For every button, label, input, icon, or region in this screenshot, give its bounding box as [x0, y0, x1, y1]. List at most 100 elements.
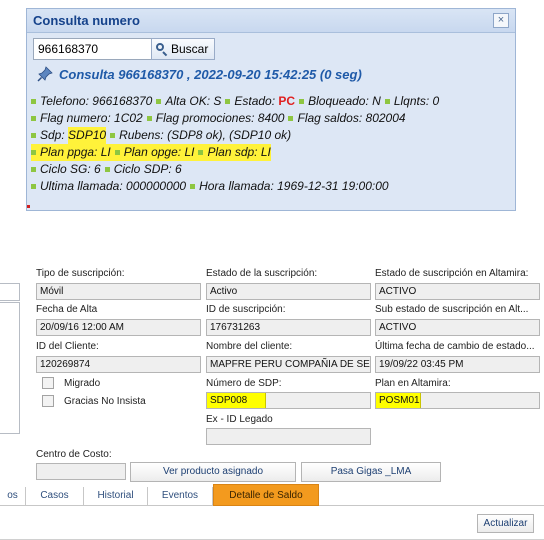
plan-line-highlight: Plan ppga: LI Plan opge: LI Plan sdp: LI [31, 144, 271, 161]
ciclo-sdp: Ciclo SDP: 6 [113, 162, 182, 176]
plan-altamira-label: Plan en Altamira: [375, 378, 451, 389]
info-line-1: Telefono: 966168370 Alta OK: S Estado: P… [31, 93, 439, 110]
flag-promociones: Flag promociones: 8400 [155, 111, 285, 125]
telefono: Telefono: 966168370 [40, 94, 153, 108]
tipo-suscripcion-field[interactable]: Móvil [36, 283, 201, 300]
tab-casos[interactable]: Casos [26, 487, 84, 506]
estado-altamira-field[interactable]: ACTIVO [375, 283, 540, 300]
numero-sdp-value: SDP008 [207, 393, 266, 408]
bullet-icon [299, 99, 305, 104]
left-edge-field [0, 283, 20, 301]
bullet-icon [156, 99, 162, 104]
estado-suscripcion-field[interactable]: Activo [206, 283, 371, 300]
info-line-3: Sdp: SDP10 Rubens: (SDP8 ok), (SDP10 ok) [31, 127, 439, 144]
buscar-button-label: Buscar [171, 42, 209, 56]
migrado-label: Migrado [64, 378, 101, 389]
migrado-checkbox[interactable] [42, 377, 54, 389]
gracias-no-insista-checkbox[interactable] [42, 395, 54, 407]
dialog-header: Consulta numero × [27, 9, 515, 33]
info-line-2: Flag numero: 1C02 Flag promociones: 8400… [31, 110, 439, 127]
id-suscripcion-label: ID de suscripción: [206, 304, 286, 315]
flag-numero: Flag numero: 1C02 [40, 111, 143, 125]
pasa-gigas-lma-button[interactable]: Pasa Gigas _LMA [301, 462, 441, 482]
info-line-6: Ultima llamada: 000000000 Hora llamada: … [31, 178, 439, 195]
bullet-icon [384, 99, 390, 104]
flag-saldos: Flag saldos: 802004 [297, 111, 406, 125]
bullet-icon [104, 167, 110, 172]
hora-llamada: Hora llamada: 1969-12-31 19:00:00 [199, 179, 389, 193]
llqnts: Llqnts: 0 [393, 94, 440, 108]
sdp-label: Sdp: [40, 128, 65, 142]
centro-costo-label: Centro de Costo: [36, 449, 112, 460]
bullet-icon [110, 133, 116, 138]
detail-tabs: os Casos Historial Eventos Detalle de Sa… [0, 484, 544, 506]
estado-label: Estado: [234, 94, 276, 108]
estado-suscripcion-label: Estado de la suscripción: [206, 268, 318, 279]
magnifier-icon [156, 43, 168, 55]
tab-eventos[interactable]: Eventos [148, 487, 213, 506]
bullet-icon [198, 150, 204, 155]
sub-estado-field[interactable]: ACTIVO [375, 319, 540, 336]
suscripcion-form: Tipo de suscripción: Estado de la suscri… [0, 262, 544, 540]
id-suscripcion-field[interactable]: 176731263 [206, 319, 371, 336]
info-line-4: Plan ppga: LI Plan opge: LI Plan sdp: LI [31, 144, 439, 161]
bloqueado: Bloqueado: N [308, 94, 381, 108]
info-line-5: Ciclo SG: 6 Ciclo SDP: 6 [31, 161, 439, 178]
ultima-fecha-label: Última fecha de cambio de estado... [375, 341, 535, 352]
buscar-button[interactable]: Buscar [151, 38, 215, 60]
plan-altamira-field[interactable]: POSM01 [375, 392, 540, 409]
nombre-cliente-field[interactable]: MAPFRE PERU COMPAÑIA DE SEG [206, 356, 371, 373]
numero-sdp-label: Número de SDP: [206, 378, 282, 389]
centro-costo-field[interactable] [36, 463, 126, 480]
gracias-no-insista-label: Gracias No Insista [64, 396, 146, 407]
pushpin-icon [37, 66, 53, 82]
close-icon[interactable]: × [493, 13, 509, 28]
bullet-icon [288, 116, 294, 121]
ex-id-legado-field[interactable] [206, 428, 371, 445]
bullet-icon [31, 116, 36, 121]
rubens: Rubens: (SDP8 ok), (SDP10 ok) [119, 128, 292, 142]
tab-detalle-de-saldo[interactable]: Detalle de Saldo [213, 484, 319, 506]
plan-sdp: Plan sdp: LI [207, 145, 271, 159]
sub-estado-label: Sub estado de suscripción en Alt... [375, 304, 529, 315]
bullet-icon [31, 184, 36, 189]
ultima-llamada: Ultima llamada: 000000000 [40, 179, 187, 193]
consulta-header: Consulta 966168370 , 2022-09-20 15:42:25… [37, 66, 362, 82]
dialog-title: Consulta numero [33, 13, 140, 28]
bullet-icon [190, 184, 196, 189]
tipo-suscripcion-label: Tipo de suscripción: [36, 268, 125, 279]
nombre-cliente-label: Nombre del cliente: [206, 341, 293, 352]
estado-value: PC [278, 94, 296, 108]
sdp-value: SDP10 [68, 127, 107, 144]
ex-id-legado-label: Ex - ID Legado [206, 414, 273, 425]
ver-producto-asignado-button[interactable]: Ver producto asignado [130, 462, 296, 482]
consulta-summary: Consulta 966168370 , 2022-09-20 15:42:25… [59, 66, 362, 82]
plan-altamira-value: POSM01 [376, 393, 421, 408]
bullet-icon [31, 150, 36, 155]
tab-content: Actualizar [0, 507, 544, 540]
bullet-icon [31, 99, 36, 104]
plan-ppga: Plan ppga: LI [40, 145, 111, 159]
id-cliente-field[interactable]: 120269874 [36, 356, 201, 373]
tab-productos[interactable]: os [0, 487, 26, 506]
actualizar-button[interactable]: Actualizar [477, 514, 534, 533]
fecha-alta-label: Fecha de Alta [36, 304, 98, 315]
id-cliente-label: ID del Cliente: [36, 341, 99, 352]
bullet-icon [225, 99, 231, 104]
left-side-panel [0, 302, 20, 434]
consulta-info: Telefono: 966168370 Alta OK: S Estado: P… [31, 93, 439, 195]
ultima-fecha-field[interactable]: 19/09/22 03:45 PM [375, 356, 540, 373]
fecha-alta-field[interactable]: 20/09/16 12:00 AM [36, 319, 201, 336]
consulta-numero-dialog: Consulta numero × Buscar Consulta 966168… [26, 8, 516, 211]
estado-altamira-label: Estado de suscripción en Altamira: [375, 268, 529, 279]
ciclo-sg: Ciclo SG: 6 [40, 162, 101, 176]
alta-ok: Alta OK: S [165, 94, 222, 108]
bullet-icon [146, 116, 152, 121]
numero-sdp-field[interactable]: SDP008 [206, 392, 371, 409]
red-dot-marker [27, 205, 30, 208]
plan-opge: Plan opge: LI [123, 145, 195, 159]
bullet-icon [114, 150, 120, 155]
tab-historial[interactable]: Historial [84, 487, 148, 506]
bullet-icon [31, 167, 36, 172]
bullet-icon [31, 133, 36, 138]
